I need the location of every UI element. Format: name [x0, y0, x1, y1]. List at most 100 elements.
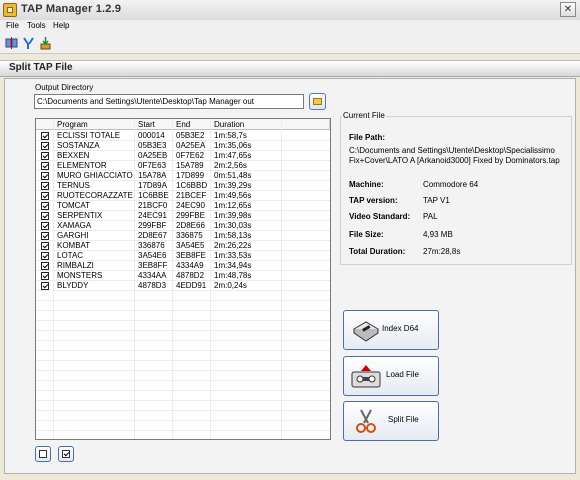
empty-row	[36, 371, 330, 381]
table-row[interactable]: ECLISSI TOTALE 000014 05B3E2 1m:58,7s	[36, 131, 330, 141]
table-row[interactable]: XAMAGA 299FBF 2D8E66 1m:30,03s	[36, 221, 330, 231]
machine-value: Commodore 64	[423, 180, 479, 189]
cell-duration: 1m:39,29s	[214, 181, 252, 190]
cell-start: 4334AA	[138, 271, 167, 280]
row-checkbox[interactable]	[41, 132, 49, 140]
load-file-button[interactable]: Load File	[343, 356, 439, 396]
close-button[interactable]: ✕	[560, 2, 576, 17]
cell-start: 3EB8FF	[138, 261, 168, 270]
menu-file[interactable]: File	[6, 21, 19, 30]
cell-program: TOMCAT	[57, 201, 91, 210]
cell-program: RIMBALZI	[57, 261, 94, 270]
cell-start: 15A78A	[138, 171, 167, 180]
table-row[interactable]: TERNUS 17D89A 1C6BBD 1m:39,29s	[36, 181, 330, 191]
row-checkbox[interactable]	[41, 212, 49, 220]
cell-end: 3A54E5	[176, 241, 205, 250]
cell-end: 15A789	[176, 161, 204, 170]
cassette-icon	[351, 365, 381, 388]
table-row[interactable]: MONSTERS 4334AA 4878D2 1m:48,78s	[36, 271, 330, 281]
table-row[interactable]: SERPENTIX 24EC91 299FBE 1m:39,98s	[36, 211, 330, 221]
column-header-program[interactable]: Program	[54, 119, 135, 130]
cell-start: 3A54E6	[138, 251, 167, 260]
row-checkbox[interactable]	[41, 192, 49, 200]
toolbar-info-button[interactable]	[39, 36, 52, 50]
table-row[interactable]: BEXXEN 0A25EB 0F7E62 1m:47,65s	[36, 151, 330, 161]
row-checkbox[interactable]	[41, 282, 49, 290]
empty-row	[36, 381, 330, 391]
table-row[interactable]: GARGHI 2D8E67 336875 1m:58,13s	[36, 231, 330, 241]
cell-program: LOTAC	[57, 251, 84, 260]
row-checkbox[interactable]	[41, 162, 49, 170]
app-icon	[3, 3, 17, 17]
toolbar-merge-button[interactable]	[22, 36, 35, 50]
table-row[interactable]: KOMBAT 336876 3A54E5 2m:26,22s	[36, 241, 330, 251]
total-duration-label: Total Duration:	[349, 247, 406, 256]
menu-bar: File Tools Help	[0, 20, 580, 33]
cell-start: 0A25EB	[138, 151, 168, 160]
table-row[interactable]: MURO GHIACCIATO 15A78A 17D899 0m:51,48s	[36, 171, 330, 181]
cell-start: 000014	[138, 131, 165, 140]
menu-tools[interactable]: Tools	[27, 21, 46, 30]
cell-end: 299FBE	[176, 211, 205, 220]
table-row[interactable]: ELEMENTOR 0F7E63 15A789 2m:2,56s	[36, 161, 330, 171]
cell-duration: 0m:51,48s	[214, 171, 252, 180]
row-checkbox[interactable]	[41, 232, 49, 240]
row-checkbox[interactable]	[41, 222, 49, 230]
cell-program: KOMBAT	[57, 241, 91, 250]
row-checkbox[interactable]	[41, 252, 49, 260]
column-header-duration[interactable]: Duration	[211, 119, 330, 130]
browse-folder-button[interactable]	[309, 93, 326, 110]
empty-row	[36, 311, 330, 321]
column-header-end[interactable]: End	[173, 119, 211, 130]
file-path-value: C:\Documents and Settings\Utente\Desktop…	[349, 146, 560, 165]
output-directory-label: Output Directory	[35, 83, 94, 92]
current-file-legend: Current File	[342, 111, 386, 120]
cell-program: RUOTECORAZZATE	[57, 191, 133, 200]
row-checkbox[interactable]	[41, 242, 49, 250]
column-header-check	[36, 119, 54, 130]
uncheck-all-icon	[39, 450, 47, 458]
row-checkbox[interactable]	[41, 152, 49, 160]
row-checkbox[interactable]	[41, 272, 49, 280]
folder-icon	[313, 98, 322, 105]
cell-program: ELEMENTOR	[57, 161, 107, 170]
toolbar-merge-icon	[23, 37, 34, 49]
table-row[interactable]: LOTAC 3A54E6 3EB8FE 1m:33,53s	[36, 251, 330, 261]
row-checkbox[interactable]	[41, 202, 49, 210]
cell-duration: 1m:58,7s	[214, 131, 247, 140]
menu-help[interactable]: Help	[53, 21, 69, 30]
toolbar-split-button[interactable]	[5, 36, 18, 50]
program-list[interactable]: Program Start End Duration ECLISSI TOTAL…	[35, 118, 331, 440]
cell-program: ECLISSI TOTALE	[57, 131, 121, 140]
empty-row	[36, 291, 330, 301]
table-row[interactable]: TOMCAT 21BCF0 24EC90 1m:12,65s	[36, 201, 330, 211]
cell-end: 17D899	[176, 171, 205, 180]
uncheck-all-button[interactable]	[35, 446, 51, 462]
cell-start: 05B3E3	[138, 141, 167, 150]
cell-end: 05B3E2	[176, 131, 205, 140]
row-checkbox[interactable]	[41, 172, 49, 180]
index-d64-button[interactable]: Index D64	[343, 310, 439, 350]
row-checkbox[interactable]	[41, 262, 49, 270]
table-row[interactable]: RUOTECORAZZATE 1C6BBE 21BCEF 1m:49,56s	[36, 191, 330, 201]
output-directory-field[interactable]: C:\Documents and Settings\Utente\Desktop…	[34, 94, 304, 109]
cell-end: 4334A9	[176, 261, 204, 270]
row-checkbox[interactable]	[41, 142, 49, 150]
video-standard-value: PAL	[423, 212, 438, 221]
check-all-button[interactable]	[58, 446, 74, 462]
split-file-button[interactable]: Split File	[343, 401, 439, 441]
empty-row	[36, 431, 330, 439]
row-checkbox[interactable]	[41, 182, 49, 190]
cell-duration: 1m:58,13s	[214, 231, 252, 240]
table-row[interactable]: RIMBALZI 3EB8FF 4334A9 1m:34,94s	[36, 261, 330, 271]
cell-end: 21BCEF	[176, 191, 207, 200]
cell-start: 0F7E63	[138, 161, 167, 170]
table-row[interactable]: SOSTANZA 05B3E3 0A25EA 1m:35,06s	[36, 141, 330, 151]
cell-program: BEXXEN	[57, 151, 90, 160]
cell-duration: 1m:47,65s	[214, 151, 252, 160]
table-row[interactable]: BLYDDY 4878D3 4EDD91 2m:0,24s	[36, 281, 330, 291]
toolbar	[0, 33, 580, 54]
empty-row	[36, 411, 330, 421]
cell-start: 17D89A	[138, 181, 167, 190]
column-header-start[interactable]: Start	[135, 119, 173, 130]
